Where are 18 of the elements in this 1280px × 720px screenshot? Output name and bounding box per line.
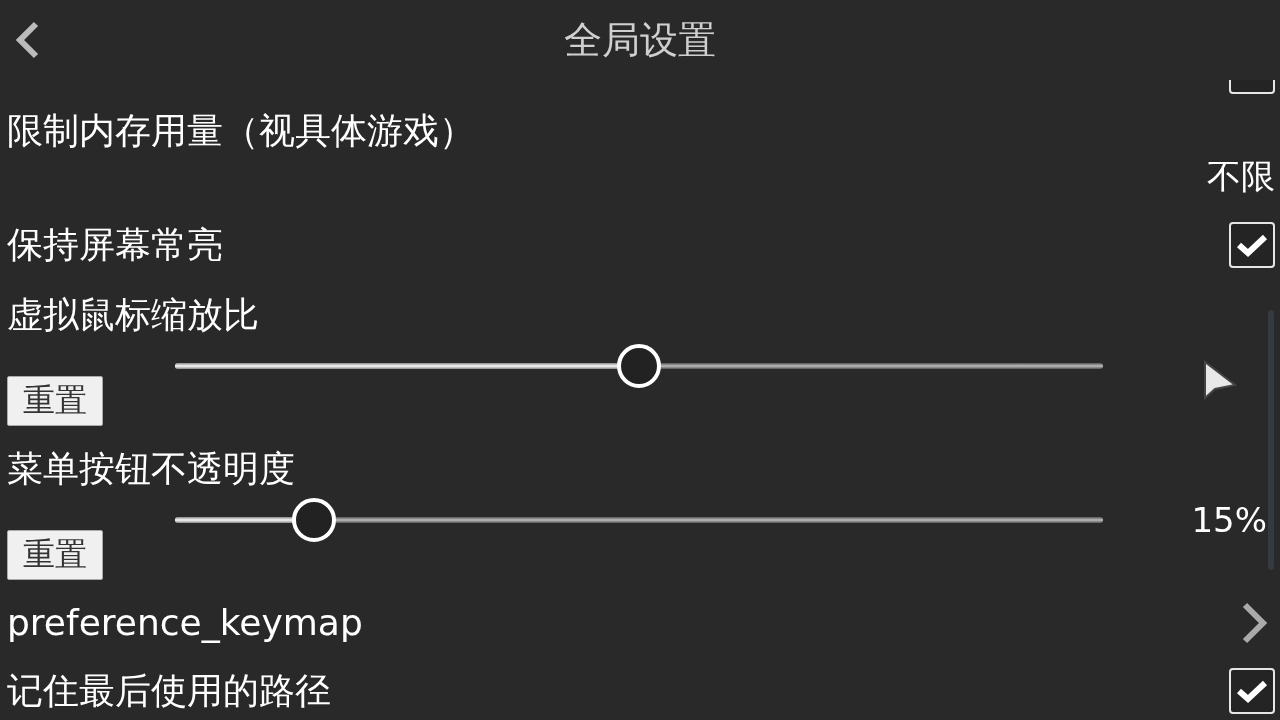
screen-title: 全局设置 — [564, 16, 716, 64]
setting-label: 保持屏幕常亮 — [7, 223, 223, 267]
check-icon — [1235, 232, 1269, 258]
slider-thumb[interactable] — [292, 498, 337, 542]
setting-label: 菜单按钮不透明度 — [7, 447, 296, 491]
setting-label: 记住最后使用的路径 — [7, 669, 331, 713]
setting-label: 虚拟鼠标缩放比 — [7, 293, 260, 337]
setting-label: 限制内存用量（视具体游戏） — [7, 109, 476, 153]
pointer-icon — [1201, 358, 1239, 402]
setting-value: 不限 — [1207, 155, 1275, 198]
slider-thumb[interactable] — [617, 344, 661, 388]
reset-button[interactable]: 重置 — [7, 530, 103, 580]
checkbox[interactable] — [1229, 222, 1275, 268]
settings-link-row[interactable]: preference_keymap — [0, 590, 1280, 656]
reset-button[interactable]: 重置 — [7, 376, 103, 426]
check-icon — [1235, 678, 1269, 704]
slider-reading: 15% — [1191, 500, 1267, 540]
checkbox[interactable] — [1229, 668, 1275, 714]
